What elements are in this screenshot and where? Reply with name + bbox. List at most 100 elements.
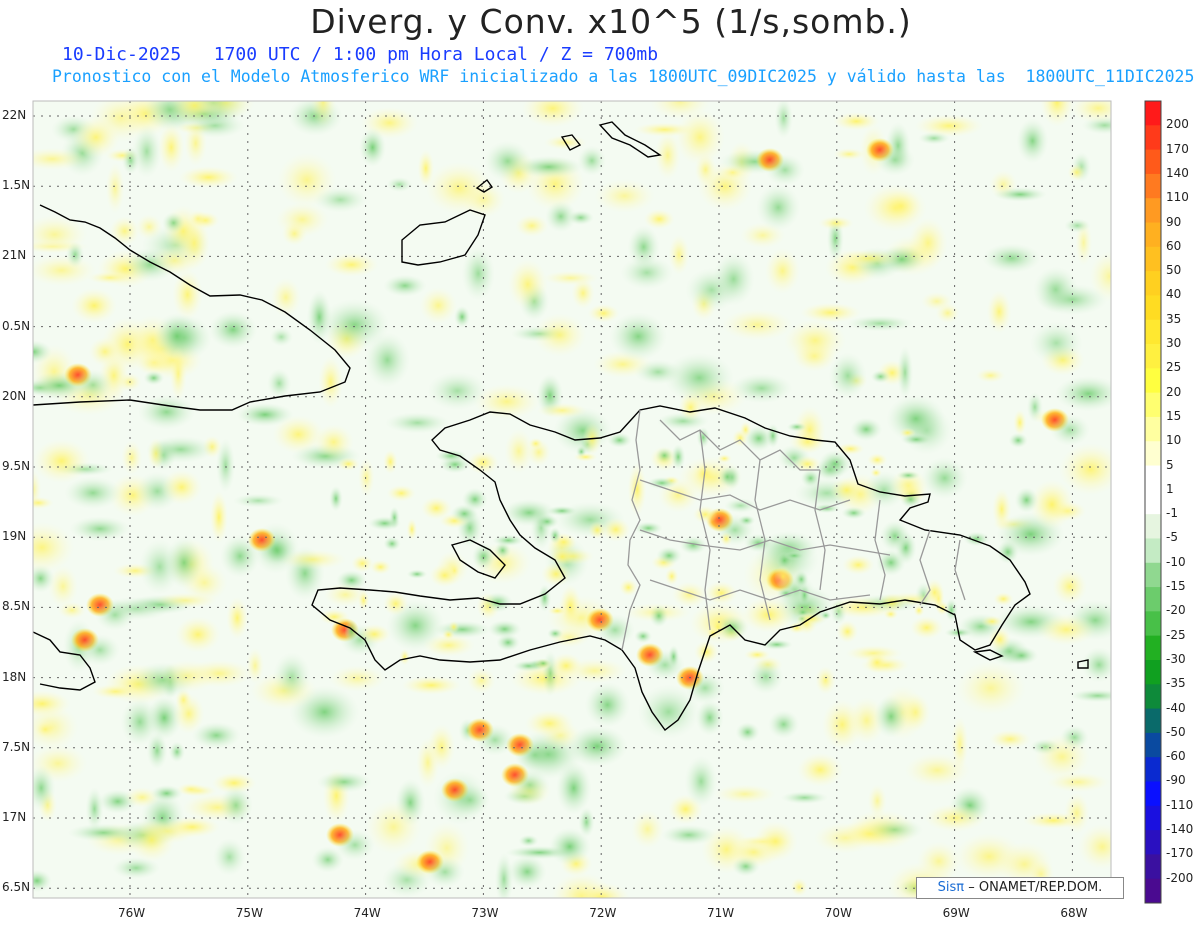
credit-box: Sisπ – ONAMET/REP.DOM.: [916, 877, 1124, 899]
colorbar-label: -50: [1166, 724, 1186, 739]
field-cell: [184, 120, 208, 167]
field-cell: [121, 146, 140, 175]
colorbar-swatch: [1145, 757, 1161, 782]
lat-label: 8.5N: [2, 599, 31, 614]
field-cell: [382, 591, 409, 616]
colorbar-label: -15: [1166, 579, 1186, 594]
field-cell: [713, 784, 777, 804]
field-cell: [33, 254, 97, 287]
field-cell: [427, 723, 456, 770]
field-cell: [137, 394, 196, 430]
field-cell: [425, 161, 493, 215]
field-cell: [33, 496, 54, 510]
field-cell: [668, 234, 690, 275]
field-cell: [601, 517, 631, 542]
field-cell: [515, 214, 549, 238]
colorbar-swatch: [1145, 878, 1161, 904]
colorbar-swatch: [1145, 635, 1161, 661]
field-cell: [72, 116, 120, 159]
field-cell: [913, 604, 925, 617]
colorbar-swatch: [1145, 173, 1161, 199]
field-cell: [318, 355, 344, 409]
field-cell: [739, 421, 752, 438]
colorbar-swatch: [1145, 368, 1161, 394]
field-cell: [442, 628, 456, 641]
field-cell: [329, 485, 343, 512]
colorbar-swatch: [1145, 101, 1161, 126]
field-cell: [383, 536, 401, 551]
field-cell: [329, 665, 386, 692]
colorbar-swatch: [1145, 805, 1161, 831]
field-cell: [518, 834, 539, 847]
field-cell: [1054, 375, 1111, 412]
lat-label: 19N: [2, 529, 27, 544]
field-cell: [533, 313, 587, 357]
colorbar-swatch: [1145, 684, 1161, 710]
colorbar-label: -35: [1166, 676, 1186, 691]
colorbar-label: 60: [1166, 238, 1182, 253]
field-cell: [475, 724, 515, 756]
field-cell: [921, 456, 968, 500]
field-cell: [232, 493, 284, 508]
colorbar-label: 5: [1166, 457, 1174, 472]
forecast-map: [32, 100, 1162, 904]
field-cell: [450, 784, 490, 816]
colorbar-label: 35: [1166, 311, 1182, 326]
colorbar-label: -200: [1166, 870, 1194, 885]
field-cell: [1034, 733, 1091, 780]
field-cell: [270, 277, 302, 317]
field-cell: [547, 606, 567, 616]
field-cell: [992, 488, 1012, 531]
field-cell: [798, 583, 811, 607]
colorbar-swatch: [1145, 295, 1161, 321]
field-cell: [774, 565, 792, 589]
field-cell: [492, 534, 525, 547]
colorbar-label: -40: [1166, 700, 1186, 715]
field-cell: [764, 247, 801, 294]
field-cell: [828, 352, 867, 399]
colorbar-label: -60: [1166, 749, 1186, 764]
field-cell: [587, 304, 620, 323]
colorbar-swatch: [1145, 319, 1161, 345]
field-cell: [425, 856, 465, 888]
field-cell: [896, 470, 921, 481]
field-cell: [507, 258, 548, 310]
field-cell: [706, 626, 720, 640]
field-cell: [336, 457, 360, 471]
field-cell: [401, 675, 462, 695]
field-cell: [1070, 689, 1111, 703]
field-cell: [357, 623, 392, 645]
field-cell: [692, 505, 718, 524]
field-cell: [767, 710, 800, 739]
field-cell: [208, 310, 258, 349]
field-cell: [900, 433, 933, 446]
field-cell: [815, 666, 837, 695]
field-cell: [461, 246, 495, 301]
field-cell: [435, 449, 468, 463]
field-cell: [879, 519, 910, 553]
field-cell: [310, 101, 337, 128]
field-cell: [368, 516, 402, 531]
colorbar-swatch: [1145, 392, 1161, 418]
lat-label: 20N: [2, 388, 27, 403]
field-cell: [584, 681, 631, 728]
field-cell: [1070, 101, 1111, 124]
field-cell: [33, 765, 56, 811]
field-cell: [538, 584, 552, 612]
colorbar-label: 40: [1166, 287, 1182, 302]
field-cell: [212, 838, 246, 876]
field-cell: [818, 216, 854, 231]
lon-label: 71W: [707, 906, 735, 920]
field-cell: [1052, 568, 1088, 605]
field-cell: [790, 877, 808, 897]
field-cell: [80, 634, 120, 666]
field-cell: [594, 178, 656, 213]
colorbar-swatch: [1145, 125, 1161, 151]
field-cell: [406, 518, 418, 541]
field-cell: [980, 615, 1004, 628]
field-cell: [900, 692, 931, 732]
field-cell: [865, 817, 924, 842]
colorbar-label: -90: [1166, 773, 1186, 788]
colorbar-swatch: [1145, 854, 1161, 880]
field-cell: [461, 487, 488, 511]
